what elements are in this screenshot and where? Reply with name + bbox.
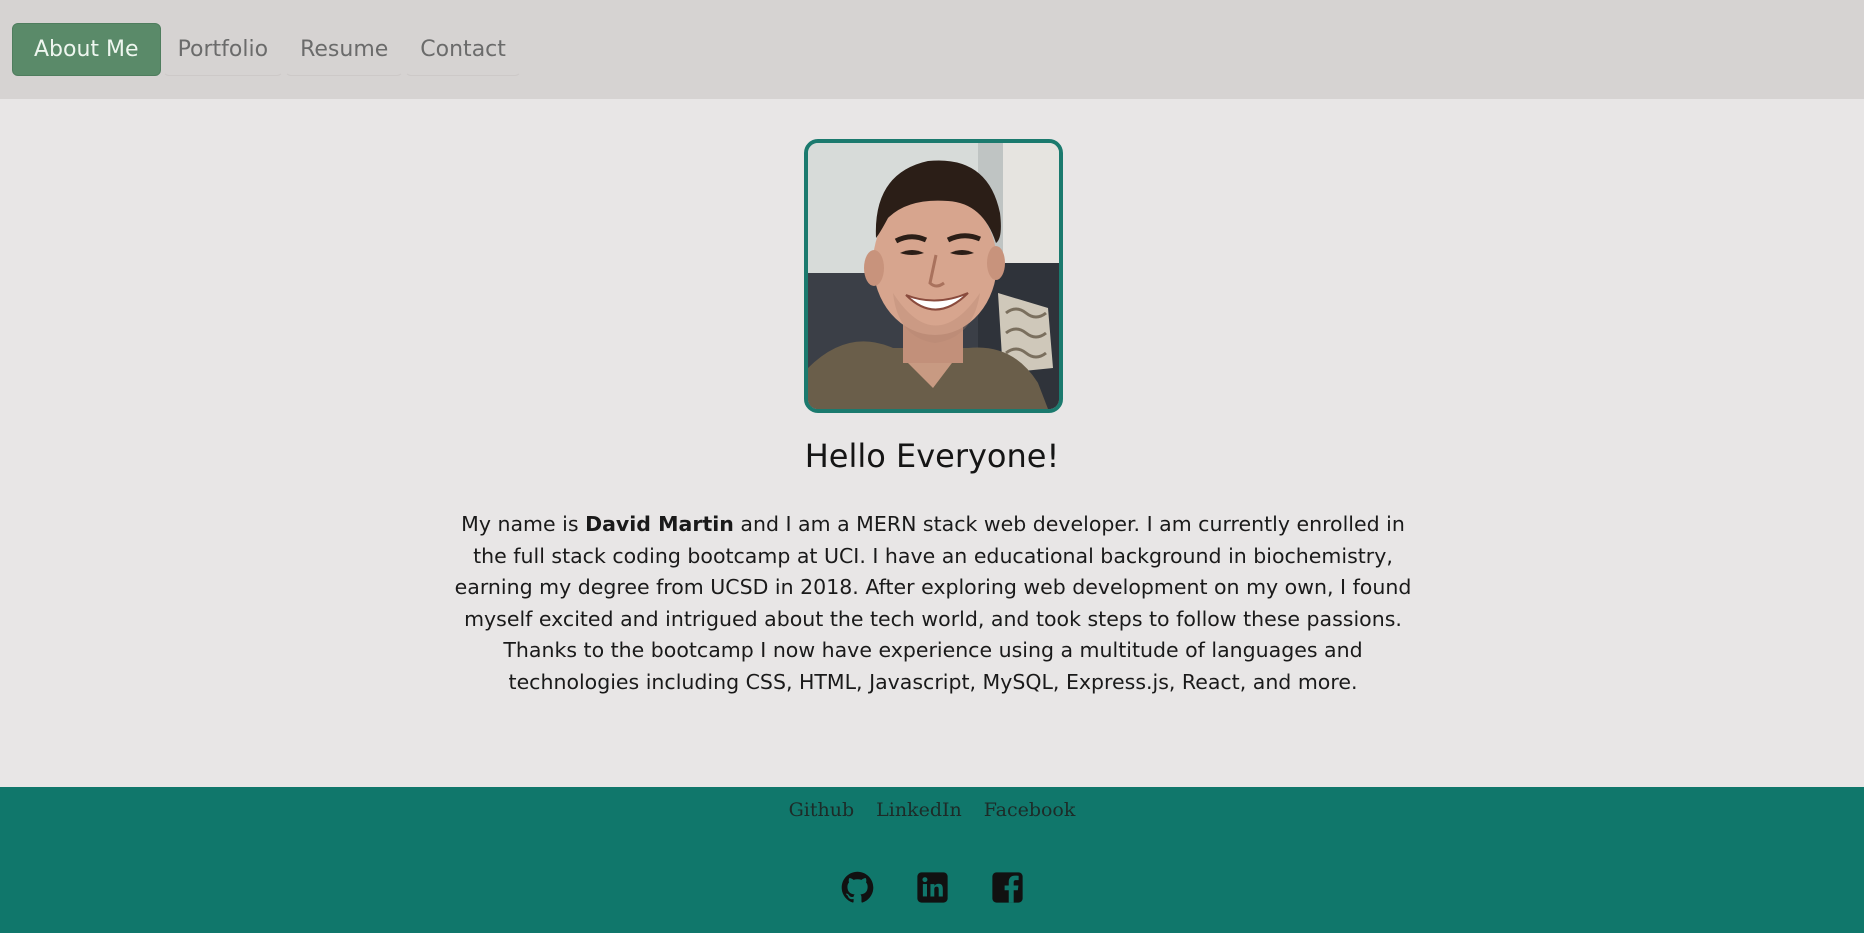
footer-link-facebook[interactable]: Facebook [984,799,1076,821]
github-icon[interactable] [841,871,874,904]
bio-prefix: My name is [461,512,586,536]
facebook-icon[interactable] [991,871,1024,904]
greeting-heading: Hello Everyone! [804,437,1060,475]
profile-photo [804,139,1063,413]
page: About Me Portfolio Resume Contact Hello … [0,0,1864,934]
about-me-section: Hello Everyone! My name is David Martin … [0,99,1864,787]
footer-link-linkedin[interactable]: LinkedIn [876,799,962,821]
nav-portfolio-tab[interactable]: Portfolio [162,23,284,76]
bio-text: and I am a MERN stack web developer. I a… [454,512,1412,694]
bio-name: David Martin [585,512,734,536]
footer-social-icons [0,871,1864,904]
nav-resume-tab[interactable]: Resume [285,23,404,76]
footer: Github LinkedIn Facebook [0,787,1864,933]
footer-link-github[interactable]: Github [789,799,855,821]
top-navbar: About Me Portfolio Resume Contact [0,0,1864,99]
nav-contact-tab[interactable]: Contact [405,23,521,76]
bio-paragraph: My name is David Martin and I am a MERN … [452,509,1414,698]
profile-photo-image [808,143,1059,409]
linkedin-icon[interactable] [916,871,949,904]
footer-links: Github LinkedIn Facebook [0,799,1864,821]
nav-about-me-tab[interactable]: About Me [12,23,161,76]
